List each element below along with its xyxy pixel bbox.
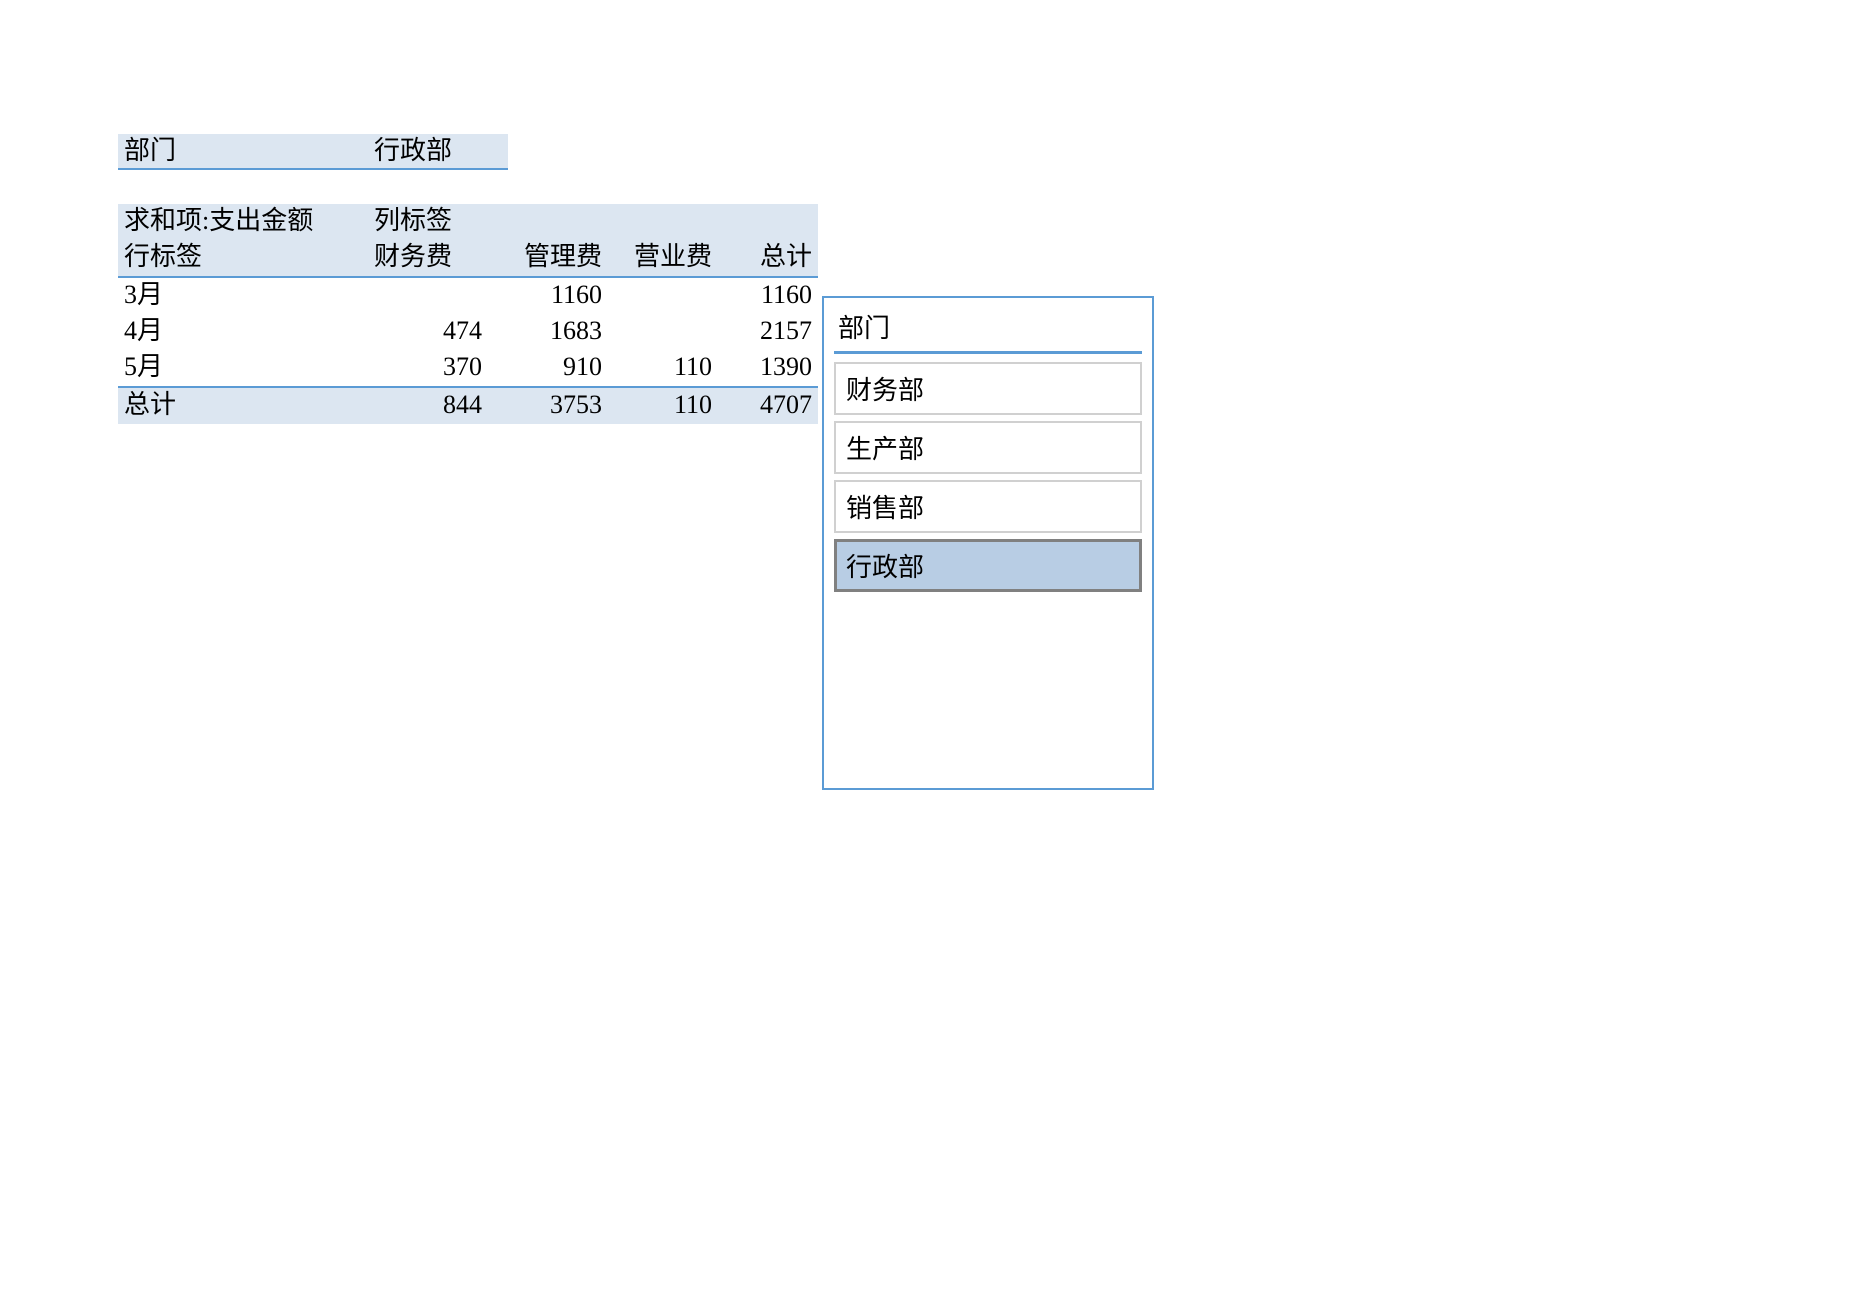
cell: 110	[608, 350, 718, 387]
table-row: 3月 1160 1160	[118, 277, 818, 314]
filter-field-value[interactable]: 行政部	[368, 134, 508, 170]
pivot-header-row-1: 求和项:支出金额 列标签	[118, 204, 818, 240]
table-row: 5月 370 910 110 1390	[118, 350, 818, 387]
slicer-title: 部门	[834, 306, 1142, 354]
slicer-item[interactable]: 财务部	[834, 362, 1142, 415]
cell: 1683	[488, 314, 608, 350]
cell	[368, 277, 488, 314]
column-header: 总计	[718, 240, 818, 277]
grand-total-cell: 110	[608, 387, 718, 424]
grand-total-cell: 4707	[718, 387, 818, 424]
cell: 474	[368, 314, 488, 350]
row-label: 5月	[118, 350, 368, 387]
table-row: 4月 474 1683 2157	[118, 314, 818, 350]
grand-total-cell: 3753	[488, 387, 608, 424]
grand-total-row: 总计 844 3753 110 4707	[118, 387, 818, 424]
cell	[608, 277, 718, 314]
grand-total-label: 总计	[118, 387, 368, 424]
column-header: 管理费	[488, 240, 608, 277]
column-header: 财务费	[368, 240, 488, 277]
cell: 1160	[488, 277, 608, 314]
row-label: 3月	[118, 277, 368, 314]
value-field-label: 求和项:支出金额	[118, 204, 368, 240]
grand-total-cell: 844	[368, 387, 488, 424]
pivot-area: 部门 行政部 求和项:支出金额 列标签 行标签 财务费 管理费 营业费 总计 3…	[118, 134, 818, 424]
slicer-panel[interactable]: 部门 财务部生产部销售部行政部	[822, 296, 1154, 790]
report-filter: 部门 行政部	[118, 134, 818, 170]
cell: 370	[368, 350, 488, 387]
pivot-table: 求和项:支出金额 列标签 行标签 财务费 管理费 营业费 总计 3月 1160 …	[118, 204, 818, 424]
row-labels-header[interactable]: 行标签	[118, 240, 368, 277]
cell: 910	[488, 350, 608, 387]
row-label: 4月	[118, 314, 368, 350]
filter-field-label: 部门	[118, 134, 368, 170]
pivot-header-row-2: 行标签 财务费 管理费 营业费 总计	[118, 240, 818, 277]
slicer-item[interactable]: 生产部	[834, 421, 1142, 474]
column-header: 营业费	[608, 240, 718, 277]
cell: 1390	[718, 350, 818, 387]
slicer-item[interactable]: 行政部	[834, 539, 1142, 592]
column-labels-header[interactable]: 列标签	[368, 204, 488, 240]
slicer-items: 财务部生产部销售部行政部	[834, 362, 1142, 592]
cell	[608, 314, 718, 350]
cell: 2157	[718, 314, 818, 350]
cell: 1160	[718, 277, 818, 314]
slicer-item[interactable]: 销售部	[834, 480, 1142, 533]
